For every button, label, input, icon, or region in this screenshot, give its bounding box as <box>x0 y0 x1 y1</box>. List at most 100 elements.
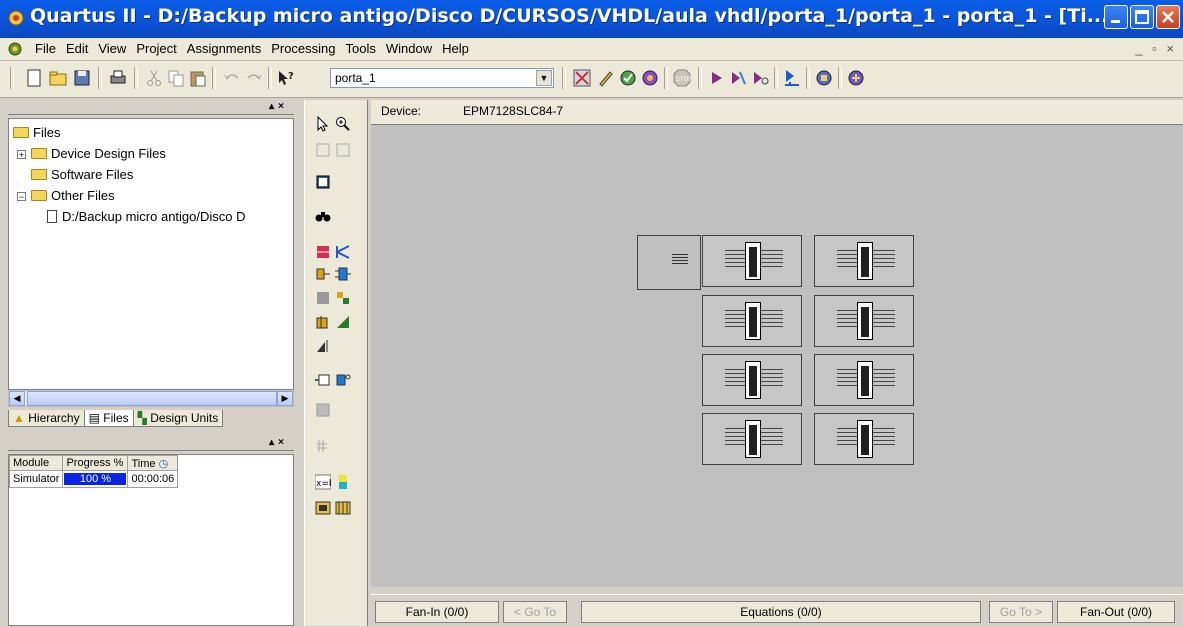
fan-out-button[interactable]: Fan-Out (0/0) <box>1057 601 1175 623</box>
redo-icon[interactable] <box>244 68 264 88</box>
tab-files[interactable]: ▤ Files <box>83 410 134 427</box>
start-timing-icon[interactable] <box>750 68 770 88</box>
context-help-icon[interactable]: ? <box>276 68 296 88</box>
open-folder-icon[interactable] <box>48 68 68 88</box>
fan-in-icon[interactable] <box>315 244 331 260</box>
fan-out-icon[interactable] <box>335 244 351 260</box>
chip-planner-icon[interactable] <box>846 68 866 88</box>
tree-item-files[interactable]: Files <box>13 125 60 140</box>
scroll-right-icon[interactable]: ▶ <box>277 391 293 406</box>
logic-array-block[interactable] <box>702 354 802 406</box>
menu-edit[interactable]: Edit <box>61 38 93 60</box>
menu-assignments[interactable]: Assignments <box>182 38 266 60</box>
settings-icon[interactable] <box>572 68 592 88</box>
programmer-icon[interactable] <box>814 68 834 88</box>
save-icon[interactable] <box>72 68 92 88</box>
fan-in-button[interactable]: Fan-In (0/0) <box>375 601 499 623</box>
tab-design-units[interactable]: ▚ Design Units <box>132 410 224 427</box>
menu-tools[interactable]: Tools <box>341 38 381 60</box>
mdi-window-controls[interactable]: _ ▫ × <box>1135 41 1177 56</box>
logic-array-block[interactable] <box>702 295 802 347</box>
logic-array-block[interactable] <box>814 354 914 406</box>
menu-project[interactable]: Project <box>131 38 181 60</box>
horizontal-scrollbar[interactable]: ◀ ▶ <box>8 390 294 407</box>
equation-icon[interactable]: x=b <box>315 474 331 490</box>
signal-lines <box>761 250 783 270</box>
signal-strength-icon[interactable] <box>335 314 351 330</box>
resources-icon[interactable] <box>315 314 331 330</box>
io-block[interactable] <box>637 235 701 290</box>
stop-icon[interactable]: STOP <box>672 68 692 88</box>
grid-toggle-icon[interactable] <box>315 402 331 418</box>
start-simulation-icon[interactable] <box>782 68 802 88</box>
floorplan-canvas[interactable] <box>371 124 1183 587</box>
connections-icon[interactable] <box>335 266 351 282</box>
copy-icon[interactable] <box>166 68 186 88</box>
logic-array-block[interactable] <box>814 295 914 347</box>
module-name: Simulator <box>8 470 64 488</box>
menu-view[interactable]: View <box>93 38 131 60</box>
logic-array-block[interactable] <box>702 413 802 465</box>
close-button[interactable] <box>1156 5 1180 29</box>
title-bar[interactable]: Quartus II - D:/Backup micro antigo/Disc… <box>0 0 1183 38</box>
hierarchy-toggle-icon[interactable] <box>315 438 331 454</box>
minimize-button[interactable] <box>1104 5 1128 29</box>
assign-pin-icon[interactable] <box>335 142 351 158</box>
restore-button[interactable] <box>1130 5 1154 29</box>
project-selector[interactable]: porta_1 ▼ <box>330 68 554 88</box>
view-options-icon[interactable] <box>335 500 351 516</box>
logic-cells-icon[interactable] <box>335 290 351 306</box>
zoom-tool-icon[interactable] <box>335 116 351 132</box>
compile-icon[interactable] <box>618 68 638 88</box>
pin-number-icon[interactable] <box>315 372 331 388</box>
signal-lines <box>837 250 859 270</box>
pane-controls[interactable]: ▴× <box>269 437 288 448</box>
document-menu-icon[interactable] <box>6 40 24 58</box>
io-bank-icon[interactable] <box>335 372 351 388</box>
undo-icon[interactable] <box>222 68 242 88</box>
quartus-app-icon[interactable] <box>6 8 26 28</box>
assign-node-icon[interactable] <box>315 142 331 158</box>
signal-lines <box>837 369 859 389</box>
goto-right-button[interactable]: Go To > <box>989 601 1053 623</box>
binoculars-icon[interactable] <box>315 208 331 224</box>
tree-item-file-path[interactable]: D:/Backup micro antigo/Disco D <box>47 209 246 224</box>
new-file-icon[interactable] <box>24 68 44 88</box>
report-icon[interactable] <box>315 500 331 516</box>
routing-icon[interactable] <box>315 290 331 306</box>
start-compilation-icon[interactable] <box>706 68 726 88</box>
print-icon[interactable] <box>108 68 128 88</box>
cut-icon[interactable] <box>144 68 164 88</box>
goto-left-button[interactable]: < Go To <box>503 601 567 623</box>
logic-array-block[interactable] <box>814 413 914 465</box>
tree-item-other-files[interactable]: Other Files <box>31 188 115 203</box>
menu-processing[interactable]: Processing <box>266 38 340 60</box>
menu-help[interactable]: Help <box>437 38 474 60</box>
column-header-module[interactable]: Module <box>8 455 64 471</box>
scroll-thumb[interactable] <box>27 391 277 406</box>
tree-item-device-design-files[interactable]: Device Design Files <box>31 146 166 161</box>
collapse-icon[interactable]: − <box>17 192 26 202</box>
tab-hierarchy[interactable]: ▲ Hierarchy <box>8 410 85 427</box>
paste-icon[interactable] <box>188 68 208 88</box>
menu-file[interactable]: File <box>30 38 61 60</box>
selection-tool-icon[interactable] <box>315 116 331 132</box>
timing-icon[interactable] <box>315 338 331 354</box>
column-header-progress[interactable]: Progress % <box>62 455 129 471</box>
analyze-icon[interactable] <box>640 68 660 88</box>
pane-controls[interactable]: ▴× <box>269 101 288 112</box>
tree-item-software-files[interactable]: Software Files <box>31 167 133 182</box>
edit-pen-icon[interactable] <box>596 68 616 88</box>
paths-icon[interactable] <box>315 266 331 282</box>
color-legend-icon[interactable] <box>335 474 351 490</box>
column-header-time[interactable]: Time ◷ <box>127 455 179 471</box>
view-mode-icon[interactable] <box>315 174 331 190</box>
scroll-left-icon[interactable]: ◀ <box>9 391 25 406</box>
logic-array-block[interactable] <box>814 235 914 287</box>
chevron-down-icon[interactable]: ▼ <box>536 70 552 86</box>
menu-window[interactable]: Window <box>381 38 437 60</box>
expand-icon[interactable]: + <box>17 150 26 160</box>
equations-button[interactable]: Equations (0/0) <box>581 601 981 623</box>
logic-array-block[interactable] <box>702 235 802 287</box>
start-analysis-icon[interactable] <box>728 68 748 88</box>
